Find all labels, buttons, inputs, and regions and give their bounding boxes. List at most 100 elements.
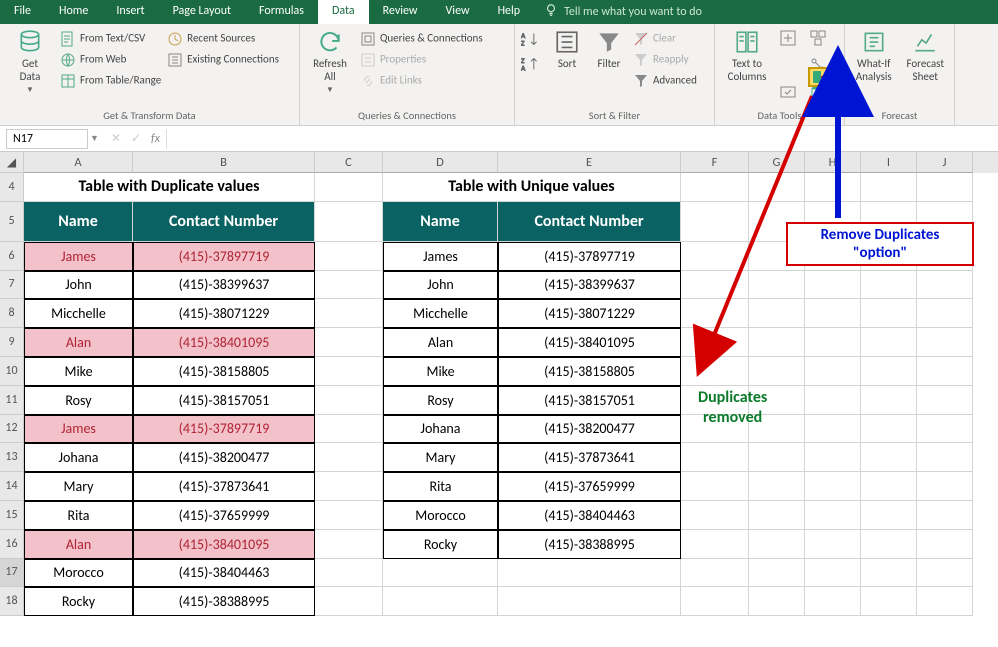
cell[interactable]	[315, 386, 383, 415]
sort-button[interactable]: Sort	[549, 26, 585, 70]
cell[interactable]	[681, 357, 749, 386]
advanced-filter[interactable]: Advanced	[633, 71, 697, 91]
cell[interactable]	[383, 559, 498, 588]
tab-data[interactable]: Data	[318, 0, 369, 24]
cell[interactable]	[681, 271, 749, 300]
cell[interactable]	[315, 415, 383, 444]
cell[interactable]	[917, 530, 973, 559]
cell[interactable]: Morocco	[24, 559, 133, 588]
cell[interactable]: (415)-37873641	[133, 472, 315, 501]
cell[interactable]: James	[24, 242, 133, 271]
sort-az-icon[interactable]: AZ	[521, 30, 543, 53]
cell[interactable]	[805, 173, 861, 202]
cell[interactable]	[749, 530, 805, 559]
cell[interactable]: John	[24, 271, 133, 300]
cell[interactable]	[917, 415, 973, 444]
cell[interactable]: Mike	[24, 357, 133, 386]
cell[interactable]	[681, 530, 749, 559]
cell[interactable]	[749, 173, 805, 202]
cell[interactable]: (415)-38399637	[133, 271, 315, 300]
cell[interactable]	[917, 271, 973, 300]
cell[interactable]	[805, 357, 861, 386]
cell[interactable]: James	[383, 242, 498, 271]
cell[interactable]	[315, 472, 383, 501]
cell[interactable]	[805, 443, 861, 472]
cell[interactable]	[861, 472, 917, 501]
cell[interactable]: (415)-38388995	[498, 530, 681, 559]
cell[interactable]	[917, 472, 973, 501]
col-header-C[interactable]: C	[315, 152, 383, 173]
cell[interactable]	[315, 443, 383, 472]
cell[interactable]	[861, 443, 917, 472]
tab-file[interactable]: File	[0, 0, 45, 24]
from-text-csv[interactable]: From Text/CSV	[60, 29, 161, 49]
row-header[interactable]: 6	[0, 242, 24, 271]
cell[interactable]	[917, 501, 973, 530]
from-web[interactable]: From Web	[60, 50, 161, 70]
cell[interactable]	[861, 299, 917, 328]
cell[interactable]	[315, 587, 383, 616]
cell[interactable]	[861, 587, 917, 616]
cell[interactable]	[749, 271, 805, 300]
cell[interactable]: Rocky	[383, 530, 498, 559]
cell[interactable]	[681, 443, 749, 472]
cell[interactable]: Mike	[383, 357, 498, 386]
cell[interactable]	[681, 559, 749, 588]
tab-home[interactable]: Home	[45, 0, 102, 24]
tell-me[interactable]: Tell me what you want to do	[534, 0, 712, 24]
cell[interactable]	[805, 386, 861, 415]
cell[interactable]	[861, 271, 917, 300]
col-header-I[interactable]: I	[861, 152, 917, 173]
cell[interactable]	[681, 328, 749, 357]
cell[interactable]: Rosy	[24, 386, 133, 415]
cell[interactable]: James	[24, 415, 133, 444]
remove-duplicates-button[interactable]	[779, 56, 805, 79]
cell[interactable]: Micchelle	[383, 299, 498, 328]
row-header[interactable]: 8	[0, 299, 24, 328]
cell[interactable]	[805, 415, 861, 444]
cell[interactable]	[498, 559, 681, 588]
cell[interactable]: (415)-38388995	[133, 587, 315, 616]
cell[interactable]	[315, 530, 383, 559]
tab-view[interactable]: View	[432, 0, 484, 24]
cell[interactable]	[498, 587, 681, 616]
cell[interactable]	[681, 242, 749, 271]
row-header[interactable]: 13	[0, 443, 24, 472]
cell[interactable]	[749, 587, 805, 616]
row-header[interactable]: 18	[0, 587, 24, 616]
cell[interactable]	[681, 587, 749, 616]
cell[interactable]: (415)-38200477	[498, 415, 681, 444]
data-validation-icon[interactable]	[779, 83, 805, 106]
cell[interactable]: (415)-38404463	[498, 501, 681, 530]
row-header[interactable]: 4	[0, 173, 24, 202]
cell[interactable]	[749, 559, 805, 588]
cell[interactable]	[917, 357, 973, 386]
cell[interactable]: Morocco	[383, 501, 498, 530]
cell[interactable]	[681, 472, 749, 501]
from-table-range[interactable]: From Table/Range	[60, 71, 161, 91]
cell[interactable]	[315, 271, 383, 300]
what-if-button[interactable]: What-If Analysis	[851, 26, 897, 83]
tab-help[interactable]: Help	[484, 0, 535, 24]
col-header-J[interactable]: J	[917, 152, 973, 173]
chevron-down-icon[interactable]: ▼	[90, 133, 99, 144]
cell[interactable]: Johana	[383, 415, 498, 444]
cell[interactable]	[749, 299, 805, 328]
row-header[interactable]: 16	[0, 530, 24, 559]
cell[interactable]	[749, 357, 805, 386]
col-header-E[interactable]: E	[498, 152, 681, 173]
cell[interactable]	[681, 173, 749, 202]
cell[interactable]: (415)-38399637	[498, 271, 681, 300]
row-header[interactable]: 9	[0, 328, 24, 357]
cell[interactable]	[383, 587, 498, 616]
cell[interactable]	[805, 501, 861, 530]
cell[interactable]: (415)-37897719	[133, 242, 315, 271]
cell[interactable]	[315, 357, 383, 386]
tab-review[interactable]: Review	[369, 0, 432, 24]
cell[interactable]	[917, 386, 973, 415]
cell[interactable]: (415)-38404463	[133, 559, 315, 588]
col-header-B[interactable]: B	[133, 152, 315, 173]
get-data-button[interactable]: Get Data ▼	[6, 26, 54, 95]
tab-formulas[interactable]: Formulas	[245, 0, 318, 24]
row-header[interactable]: 17	[0, 559, 24, 588]
